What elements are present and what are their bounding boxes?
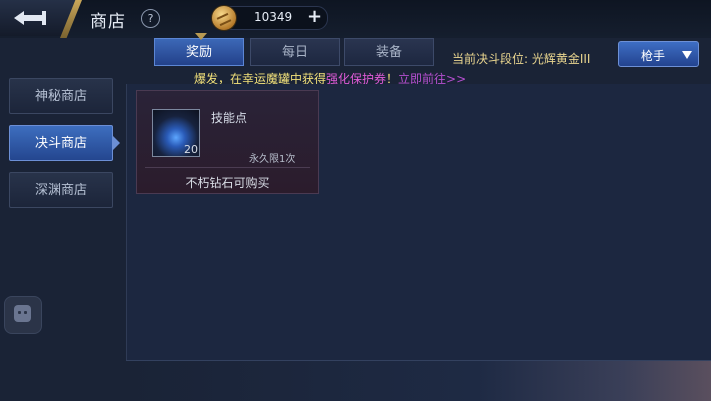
add-currency-icon[interactable]: + [307, 6, 322, 27]
tab-daily[interactable]: 每日 [250, 38, 340, 66]
item-name: 技能点 [211, 111, 248, 125]
sidebar-item-label: 神秘商店 [34, 89, 87, 104]
tab-label: 每日 [281, 45, 308, 60]
assistant-robot-icon[interactable] [4, 296, 42, 334]
sidebar-item-duel-shop[interactable]: 决斗商店 [9, 125, 113, 161]
page-title: 商店 [90, 12, 126, 32]
currency-value: 10349 [254, 10, 293, 24]
sidebar-item-label: 决斗商店 [34, 136, 87, 151]
shop-item-card[interactable]: 20 技能点 永久限1次 不朽钻石可购买 [136, 90, 319, 194]
tab-rewards[interactable]: 奖励 [154, 33, 244, 66]
shop-sidebar: 神秘商店 决斗商店 深渊商店 [0, 66, 126, 400]
item-quantity: 20 [184, 143, 198, 156]
robot-face [14, 305, 31, 322]
duel-rank-label: 当前决斗段位: 光辉黄金III [452, 52, 591, 66]
top-bar: 商店 ? 10349 + [0, 0, 711, 38]
tab-label: 装备 [375, 45, 402, 60]
robot-eye [24, 311, 27, 314]
skill-orb-icon: 20 [152, 109, 200, 157]
sidebar-item-mystery-shop[interactable]: 神秘商店 [9, 78, 113, 114]
robot-eye [18, 311, 21, 314]
sidebar-item-label: 深渊商店 [34, 183, 87, 198]
item-price-text: 不朽钻石可购买 [185, 176, 270, 190]
help-icon[interactable]: ? [141, 9, 160, 28]
back-arrow-icon [14, 11, 46, 25]
sidebar-item-abyss-shop[interactable]: 深渊商店 [9, 172, 113, 208]
class-select-value: 枪手 [641, 49, 666, 63]
tab-equipment[interactable]: 装备 [344, 38, 434, 66]
tab-label: 奖励 [185, 45, 212, 60]
item-divider [145, 167, 310, 168]
bottom-strip [126, 360, 711, 401]
coin-icon [212, 6, 236, 30]
currency-display: 10349 + [212, 6, 328, 30]
item-purchase-limit: 永久限1次 [249, 154, 296, 165]
tab-indicator-icon [195, 33, 207, 40]
class-select[interactable]: 枪手 [618, 41, 699, 67]
active-indicator-icon [112, 135, 120, 151]
chevron-down-icon [682, 51, 692, 59]
